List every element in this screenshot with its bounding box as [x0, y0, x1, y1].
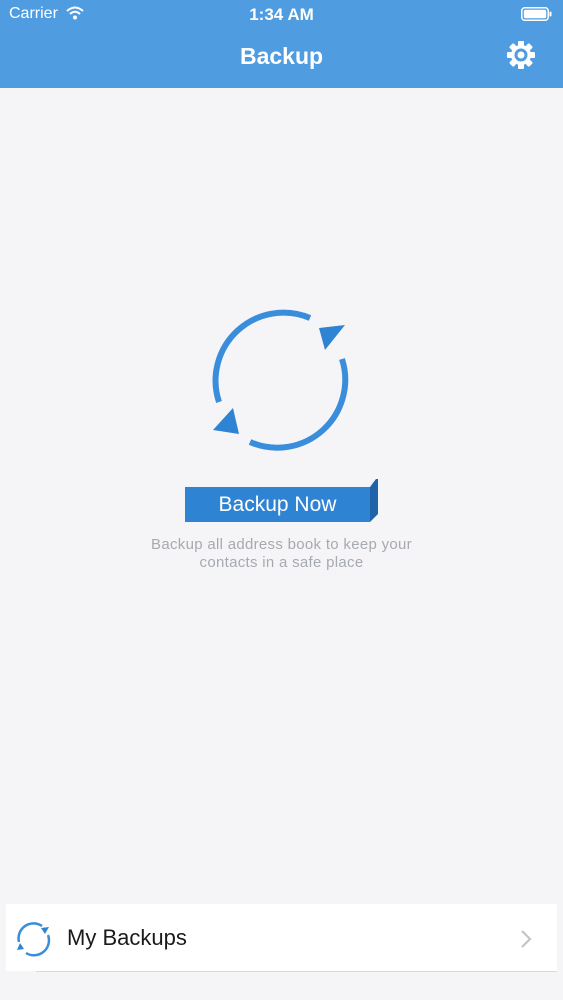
chevron-right-icon — [520, 929, 532, 954]
status-time: 1:34 AM — [249, 5, 314, 24]
sync-arrows-icon — [205, 305, 357, 460]
battery-icon — [521, 7, 552, 26]
my-backups-row[interactable]: My Backups — [6, 904, 557, 971]
backup-now-label: Backup Now — [185, 487, 370, 522]
bottom-divider — [36, 971, 557, 972]
backup-description: Backup all address book to keep your con… — [0, 536, 563, 572]
description-line-2: contacts in a safe place — [199, 554, 364, 571]
my-backups-label: My Backups — [67, 925, 187, 950]
settings-button[interactable] — [504, 40, 538, 74]
page-title: Backup — [239, 43, 324, 69]
navigation-bar: Carrier 1:34 AM Backup — [0, 0, 563, 88]
sync-icon — [14, 920, 52, 963]
gear-icon — [506, 40, 536, 75]
backup-now-button[interactable]: Backup Now — [185, 479, 378, 522]
description-line-1: Backup all address book to keep your — [151, 536, 412, 553]
